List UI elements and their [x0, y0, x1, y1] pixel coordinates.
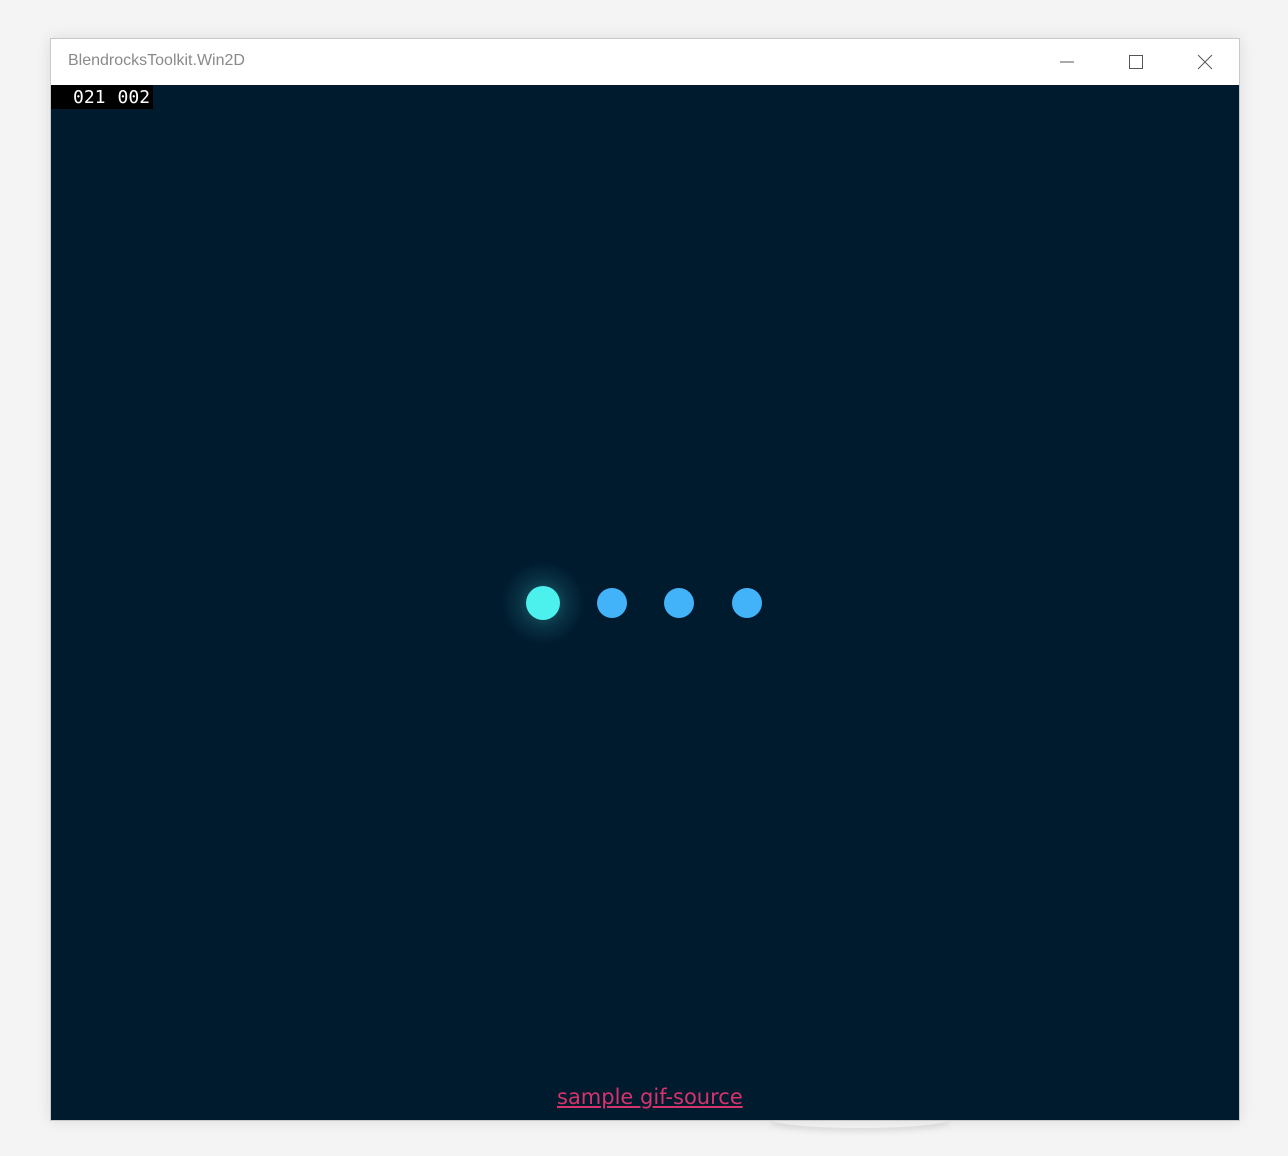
loader-dot-1 — [526, 586, 560, 620]
loader-dot-3 — [664, 588, 694, 618]
render-canvas[interactable]: 021 002 sample gif-source — [51, 85, 1239, 1120]
maximize-button[interactable] — [1113, 39, 1159, 85]
minimize-icon — [1060, 61, 1074, 63]
loader-dot-2 — [597, 588, 627, 618]
close-icon — [1197, 54, 1213, 70]
app-window: BlendrocksToolkit.Win2D 021 002 sample g… — [50, 38, 1240, 1121]
loading-dots — [501, 561, 762, 645]
loader-dot-4 — [732, 588, 762, 618]
minimize-button[interactable] — [1044, 39, 1090, 85]
close-button[interactable] — [1182, 39, 1228, 85]
title-bar[interactable]: BlendrocksToolkit.Win2D — [51, 39, 1239, 85]
gif-source-link[interactable]: sample gif-source — [557, 1085, 743, 1109]
maximize-icon — [1129, 55, 1143, 69]
window-title: BlendrocksToolkit.Win2D — [68, 52, 245, 69]
